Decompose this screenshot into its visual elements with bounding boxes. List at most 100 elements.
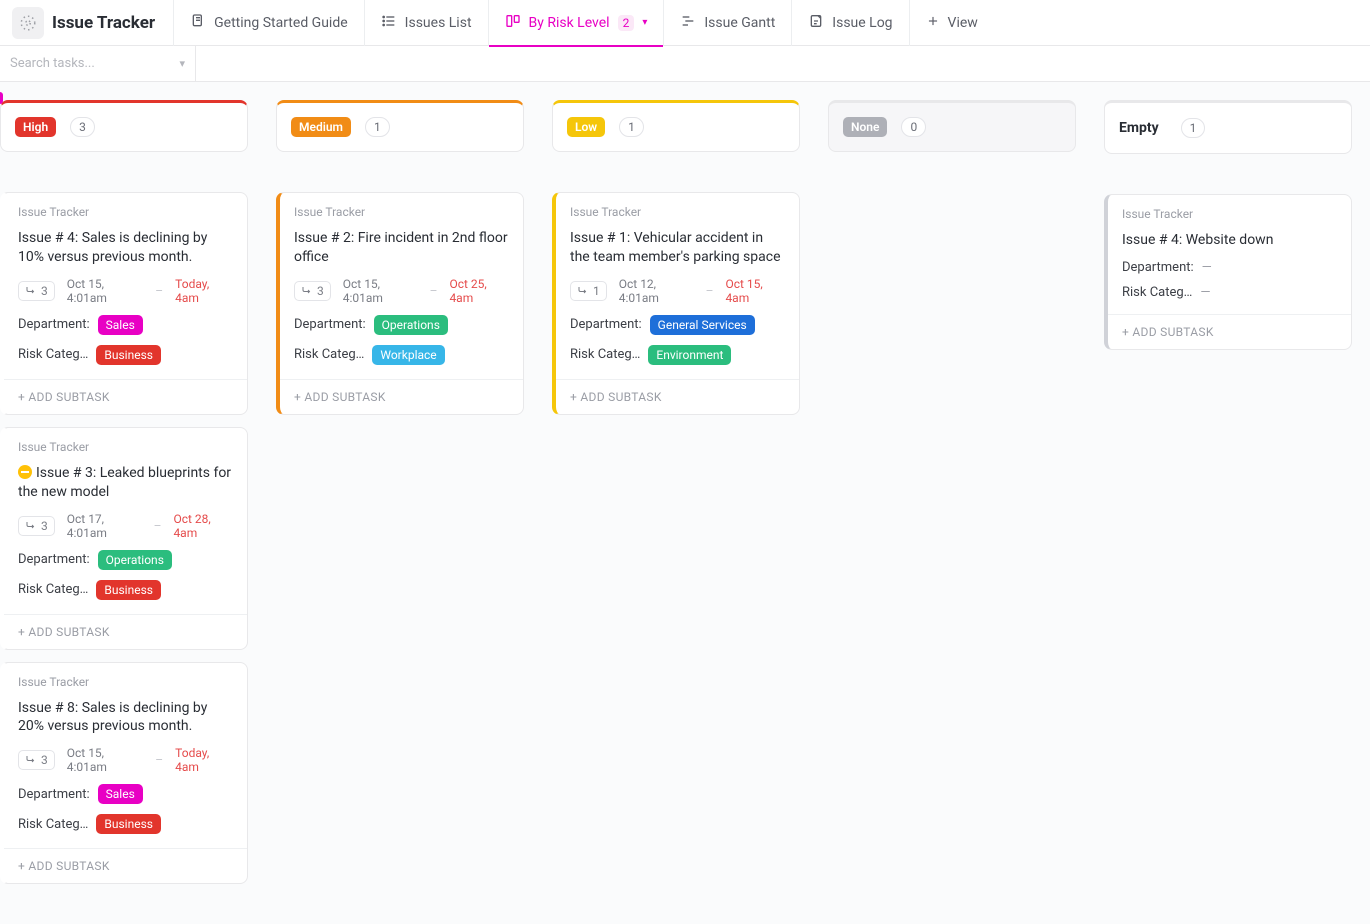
search-placeholder: Search tasks... (10, 56, 95, 71)
field-department: Department:Operations (18, 550, 233, 570)
due-date: Oct 25, 4am (449, 277, 509, 305)
field-risk-category: Risk Categ…— (1122, 285, 1337, 300)
field-department: Department:General Services (570, 315, 785, 335)
task-card[interactable]: Issue TrackerIssue # 4: Website downDepa… (1104, 194, 1352, 350)
subtask-count[interactable]: 3 (18, 516, 55, 536)
tab-label: By Risk Level (529, 15, 610, 31)
tab-label: Issue Gantt (704, 15, 775, 31)
card-breadcrumb: Issue Tracker (18, 675, 233, 689)
column-pill: Medium (291, 117, 351, 137)
tab-log[interactable]: Issue Log (791, 0, 908, 46)
field-department: Department:— (1122, 260, 1337, 275)
task-card[interactable]: Issue TrackerIssue # 2: Fire incident in… (276, 192, 524, 415)
column-cards: Issue Tracker Issue # 4: Sales is declini… (0, 192, 248, 884)
add-subtask-button[interactable]: + ADD SUBTASK (280, 379, 523, 414)
department-tag[interactable]: Operations (374, 315, 448, 335)
due-date: Oct 28, 4am (173, 512, 233, 540)
chevron-down-icon: ▾ (179, 57, 185, 70)
status-icon (18, 465, 32, 479)
tab-label: Issues List (405, 15, 472, 31)
column-count: 1 (365, 117, 390, 137)
topbar: Issue Tracker Getting Started GuideIssue… (0, 0, 1370, 46)
add-subtask-button[interactable]: + ADD SUBTASK (556, 379, 799, 414)
tab-risk[interactable]: By Risk Level 2 ▾ (488, 0, 664, 46)
card-title: Issue # 4: Sales is declining by 10% ver… (18, 229, 233, 267)
field-risk-category: Risk Categ…Business (18, 580, 233, 600)
tab-list[interactable]: Issues List (364, 0, 488, 46)
add-subtask-button[interactable]: + ADD SUBTASK (4, 379, 247, 414)
column-count: 1 (1181, 118, 1206, 138)
column-none: None0 (828, 100, 1076, 192)
tab-label: Issue Log (832, 15, 892, 31)
tab-count: 2 (618, 15, 635, 31)
field-risk-category: Risk Categ…Workplace (294, 345, 509, 365)
department-tag[interactable]: Sales (98, 315, 143, 335)
gantt-icon (680, 13, 696, 33)
column-cards: Issue TrackerIssue # 4: Website downDepa… (1104, 194, 1352, 350)
card-title: Issue # 8: Sales is declining by 20% ver… (18, 699, 233, 737)
tab-view[interactable]: View (909, 0, 994, 46)
start-date: Oct 15, 4:01am (67, 277, 144, 305)
plus-icon (926, 14, 940, 32)
subtask-count[interactable]: 1 (570, 281, 607, 301)
column-high: High 3 Issue Tracker Issue # 4: Sales is de… (0, 100, 248, 884)
column-header[interactable]: Medium 1 (276, 100, 524, 152)
field-department: Department:Sales (18, 315, 233, 335)
column-cards: Issue Tracker Issue # 1: Vehicular accide… (552, 192, 800, 415)
column-cards: Issue TrackerIssue # 2: Fire incident in… (276, 192, 524, 415)
column-pill: High (15, 117, 56, 137)
start-date: Oct 12, 4:01am (619, 277, 694, 305)
start-date: Oct 15, 4:01am (343, 277, 418, 305)
empty-value: — (1200, 285, 1210, 300)
risk-tag[interactable]: Business (96, 345, 161, 365)
field-risk-category: Risk Categ…Business (18, 345, 233, 365)
card-title: Issue # 3: Leaked blueprints for the new… (18, 464, 233, 502)
column-header[interactable]: Low 1 (552, 100, 800, 152)
column-header[interactable]: Empty 1 (1104, 100, 1352, 154)
risk-tag[interactable]: Workplace (372, 345, 444, 365)
subtask-count[interactable]: 3 (18, 750, 55, 770)
doc-pin-icon (190, 13, 206, 33)
tab-gantt[interactable]: Issue Gantt (663, 0, 791, 46)
empty-value: — (1202, 260, 1212, 275)
left-accent (0, 92, 3, 104)
board-icon (505, 13, 521, 33)
tab-label: Getting Started Guide (214, 15, 348, 31)
department-tag[interactable]: Operations (98, 550, 172, 570)
field-department: Department:Sales (18, 784, 233, 804)
subtask-count[interactable]: 3 (18, 281, 55, 301)
task-card[interactable]: Issue Tracker Issue # 3: Leaked blueprint… (0, 427, 248, 650)
card-title: Issue # 1: Vehicular accident in the tea… (570, 229, 785, 267)
search-input[interactable]: Search tasks... ▾ (0, 46, 196, 81)
card-breadcrumb: Issue Tracker (18, 440, 233, 454)
column-header[interactable]: High 3 (0, 100, 248, 152)
department-tag[interactable]: Sales (98, 784, 143, 804)
field-risk-category: Risk Categ…Environment (570, 345, 785, 365)
card-dates: 3Oct 15, 4:01am–Oct 25, 4am (294, 277, 509, 305)
chevron-down-icon[interactable]: ▾ (642, 17, 647, 28)
risk-tag[interactable]: Business (96, 814, 161, 834)
field-department: Department:Operations (294, 315, 509, 335)
view-tabs: Getting Started Guide Issues List By Risk … (173, 0, 994, 46)
department-tag[interactable]: General Services (650, 315, 755, 335)
add-subtask-button[interactable]: + ADD SUBTASK (4, 614, 247, 649)
add-subtask-button[interactable]: + ADD SUBTASK (4, 848, 247, 883)
column-pill: Empty (1119, 117, 1167, 139)
space-icon[interactable] (12, 7, 44, 39)
task-card[interactable]: Issue Tracker Issue # 1: Vehicular accide… (552, 192, 800, 415)
due-date: Today, 4am (175, 277, 233, 305)
task-card[interactable]: Issue Tracker Issue # 8: Sales is declini… (0, 662, 248, 885)
column-count: 0 (901, 117, 926, 137)
column-header[interactable]: None0 (828, 100, 1076, 152)
card-breadcrumb: Issue Tracker (570, 205, 785, 219)
task-card[interactable]: Issue TrackerIssue # 4: Sales is declini… (0, 192, 248, 415)
tab-guide[interactable]: Getting Started Guide (173, 0, 364, 46)
start-date: Oct 15, 4:01am (67, 746, 144, 774)
risk-tag[interactable]: Business (96, 580, 161, 600)
column-pill: Low (567, 117, 605, 137)
column-count: 3 (70, 117, 95, 137)
add-subtask-button[interactable]: + ADD SUBTASK (1108, 314, 1351, 349)
column-count: 1 (619, 117, 644, 137)
subtask-count[interactable]: 3 (294, 281, 331, 301)
risk-tag[interactable]: Environment (648, 345, 731, 365)
